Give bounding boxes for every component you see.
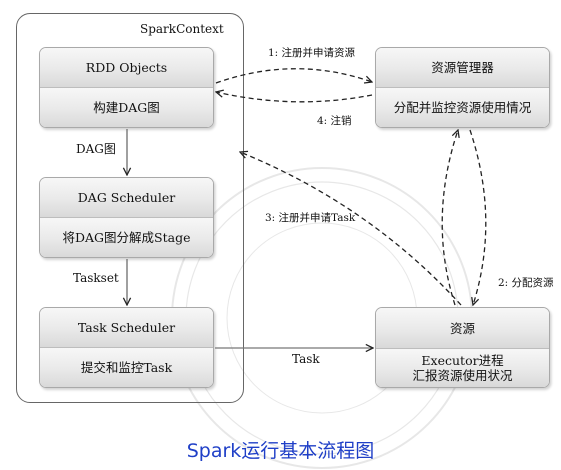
label-dag: DAG图 (76, 142, 116, 156)
label-cancel: 4: 注销 (317, 115, 352, 127)
arrow-cancel (216, 92, 373, 103)
label-register-resource: 1: 注册并申请资源 (268, 47, 356, 59)
arrow-register-task (240, 152, 462, 306)
diagram-arrows (0, 68, 487, 470)
figure-caption: Spark运行基本流程图 (186, 440, 375, 462)
arrow-register-resource (215, 68, 372, 83)
label-allocate: 2: 分配资源 (498, 277, 554, 289)
arrow-allocate-up (441, 130, 458, 306)
label-register-task: 3: 注册并申请Task (265, 212, 356, 224)
label-task: Task (292, 352, 320, 366)
label-taskset: Taskset (73, 271, 119, 285)
arrow-allocate-down (469, 129, 487, 305)
